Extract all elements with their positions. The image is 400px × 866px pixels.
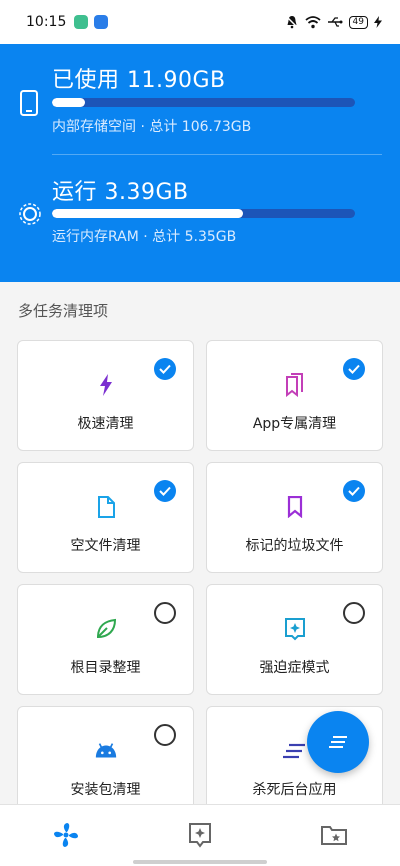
charging-icon — [374, 16, 382, 28]
fan-icon — [54, 823, 78, 847]
card-label: 杀死后台应用 — [252, 782, 337, 798]
phone-icon — [20, 90, 38, 116]
sparkle-box-icon — [189, 823, 211, 848]
bottom-navigation — [0, 804, 400, 866]
status-bar: 10:15 49 — [0, 0, 400, 44]
nav-tools[interactable] — [186, 821, 214, 849]
sparkle-box-icon — [283, 615, 307, 643]
card-empty-file-clean[interactable]: 空文件清理 — [17, 462, 194, 573]
nav-favorites[interactable] — [320, 821, 348, 849]
ram-ring-icon — [19, 203, 41, 225]
checkbox-unchecked[interactable] — [154, 602, 176, 624]
card-label: 标记的垃圾文件 — [245, 538, 344, 554]
card-apk-clean[interactable]: 安装包清理 — [17, 706, 194, 817]
status-time: 10:15 — [26, 14, 67, 30]
card-root-organize[interactable]: 根目录整理 — [17, 584, 194, 695]
storage-subtitle: 内部存储空间 · 总计 106.73GB — [52, 119, 252, 135]
card-ocd-mode[interactable]: 强迫症模式 — [206, 584, 383, 695]
start-clean-fab[interactable] — [307, 711, 369, 773]
storage-progress-bar — [52, 98, 355, 107]
nav-home[interactable] — [52, 821, 80, 849]
storage-header: 已使用 11.90GB 内部存储空间 · 总计 106.73GB 运行 3.39… — [0, 44, 400, 282]
header-divider — [52, 154, 382, 155]
ram-progress-fill — [52, 209, 243, 218]
internal-storage-panel[interactable]: 已使用 11.90GB 内部存储空间 · 总计 106.73GB — [0, 44, 400, 154]
usb-icon — [327, 17, 343, 27]
checkbox-checked[interactable] — [343, 358, 365, 380]
bookmarks-icon — [283, 371, 307, 399]
checkbox-checked[interactable] — [343, 480, 365, 502]
storage-progress-fill — [52, 98, 86, 107]
ram-progress-bar — [52, 209, 355, 218]
bolt-icon — [94, 371, 118, 399]
ram-panel[interactable]: 运行 3.39GB 运行内存RAM · 总计 5.35GB — [0, 156, 400, 266]
home-indicator — [133, 860, 267, 864]
lines-icon — [282, 737, 307, 765]
file-icon — [94, 493, 118, 521]
ram-used-title: 运行 3.39GB — [52, 180, 189, 205]
battery-level: 49 — [348, 15, 368, 29]
card-label: App专属清理 — [252, 416, 337, 432]
section-title: 多任务清理项 — [18, 302, 109, 320]
mute-bell-icon — [285, 15, 299, 29]
checkbox-checked[interactable] — [154, 358, 176, 380]
card-app-clean[interactable]: App专属清理 — [206, 340, 383, 451]
card-marked-junk[interactable]: 标记的垃圾文件 — [206, 462, 383, 573]
checkbox-checked[interactable] — [154, 480, 176, 502]
card-label: 安装包清理 — [70, 782, 141, 798]
card-label: 空文件清理 — [70, 538, 141, 554]
bookmark-icon — [283, 493, 307, 521]
notification-app-icon — [74, 15, 89, 29]
star-folder-icon — [321, 826, 347, 845]
checkbox-unchecked[interactable] — [154, 724, 176, 746]
card-label: 强迫症模式 — [259, 660, 330, 676]
ram-subtitle: 运行内存RAM · 总计 5.35GB — [52, 229, 237, 245]
card-label: 极速清理 — [77, 416, 134, 432]
checkbox-unchecked[interactable] — [343, 602, 365, 624]
android-icon — [94, 737, 118, 765]
storage-used-title: 已使用 11.90GB — [52, 68, 226, 93]
wifi-icon — [304, 15, 321, 28]
clean-lines-icon — [329, 736, 347, 748]
notification-chat-icon — [94, 15, 109, 29]
card-fast-clean[interactable]: 极速清理 — [17, 340, 194, 451]
leaf-icon — [94, 615, 118, 643]
card-label: 根目录整理 — [70, 660, 141, 676]
